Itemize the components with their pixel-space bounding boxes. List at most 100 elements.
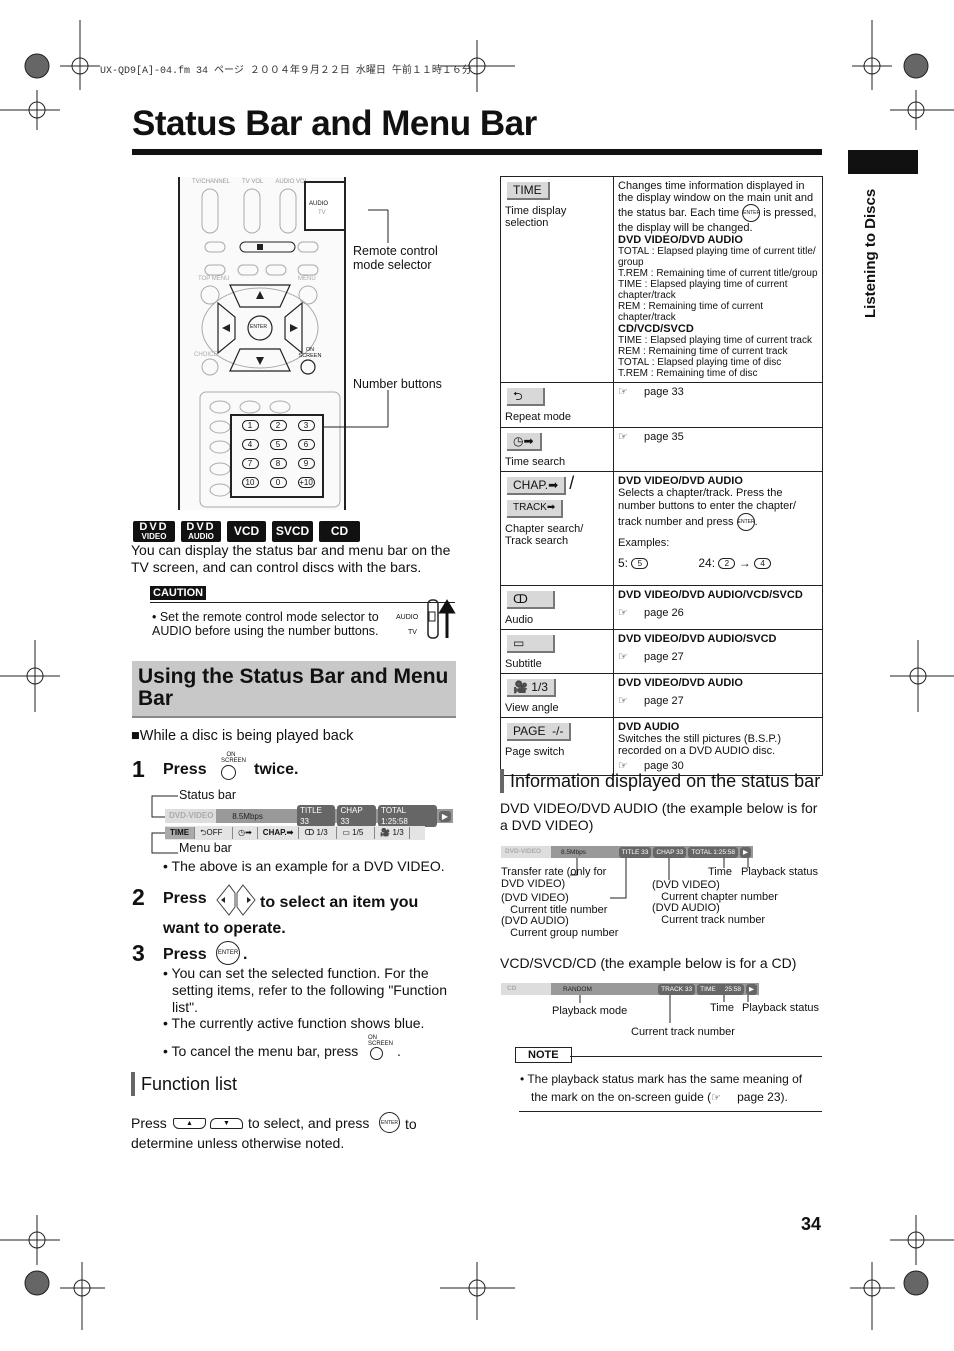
play-status-icon: ▶ [740, 846, 751, 858]
selector-switch-icon [427, 599, 456, 639]
disc-heading: DVD VIDEO/DVD AUDIO [618, 234, 743, 246]
number-button-icon: 2 [718, 558, 736, 570]
number-button: 3 [297, 420, 315, 431]
side-tab-marker [848, 150, 918, 174]
chapter-chip: CHAP 33 [337, 805, 377, 827]
top-menu-label: TOP MENU [198, 276, 230, 282]
side-tab-label: Listening to Discs [862, 188, 879, 318]
caution-audio-label: AUDIO [396, 614, 419, 621]
table-row: ◷➡ Time search ☞ page 35 [500, 427, 823, 472]
example-label: 24: [698, 556, 716, 570]
disc-heading: CD/VCD/SVCD [618, 323, 694, 335]
pointing-hand-icon: ☞ [711, 1092, 721, 1104]
function-name: View angle [505, 702, 559, 714]
title-chip: TITLE 33 [618, 846, 652, 858]
disc-type: DVD-VIDEO [501, 846, 551, 858]
menu-time-search: ◷➡ [233, 827, 258, 839]
remote-selector-label: Remote control mode selector [353, 244, 438, 272]
list-item: TOTAL : Elapsed playing time of current … [618, 246, 816, 268]
pointing-hand-icon: ☞ [618, 386, 628, 398]
table-row: 🎥 1/3 View angle DVD VIDEO/DVD AUDIO ☞ page … [500, 673, 823, 718]
list-item: TIME : Elapsed playing time of current t… [618, 335, 812, 346]
list-item: REM : Remaining time of current chapter/… [618, 301, 764, 323]
function-name: Time search [505, 456, 566, 468]
list-item: TOTAL : Elapsed playing time of disc [618, 357, 782, 368]
disc-type: DVD-VIDEO [165, 809, 217, 823]
disc-heading: DVD VIDEO/DVD AUDIO/VCD/SVCD [618, 589, 803, 601]
time-label: Time [710, 1002, 735, 1014]
step-text: Press [163, 946, 207, 963]
menu-repeat: ⮌OFF [195, 827, 234, 839]
list-item: TIME : Elapsed playing time of current c… [618, 279, 788, 301]
page-ref: page 27 [644, 695, 684, 707]
function-name: Page switch [505, 746, 565, 758]
callout-lines [322, 209, 389, 428]
caution-label: CAUTION [150, 586, 207, 600]
table-row: PAGE -/- Page switch DVD AUDIO Switches the… [500, 717, 823, 776]
number-button: 7 [241, 458, 259, 469]
number-button-icon: 5 [631, 558, 649, 570]
table-row: ↀ Audio DVD VIDEO/DVD AUDIO/VCD/SVCD ☞ page … [500, 585, 823, 630]
on-screen-button-icon: ON SCREEN [216, 752, 246, 780]
track-search-button-icon: TRACK➡ [507, 500, 564, 518]
function-name: Chapter search/ Track search [505, 523, 584, 547]
table-row: CHAP.➡ / TRACK➡ Chapter search/ Track sear… [500, 471, 823, 586]
menu-label: MENU [298, 276, 316, 282]
status-bar-example: DVD-VIDEO 8.5Mbps TITLE 33 CHAP 33 TOTAL 1… [165, 805, 453, 827]
file-header: UX-QD9[A]-04.fm 34 ページ ２００４年９月２２日 水曜日 午前… [100, 66, 472, 77]
section-heading: Using the Status Bar and Menu Bar [132, 661, 456, 718]
step-number: 3 [132, 940, 145, 966]
playback-status-label: Playback status [742, 1002, 820, 1014]
audio-button-icon: ↀ [507, 591, 555, 609]
disc-badge-cd: CD [319, 521, 360, 542]
playback-status-label: Playback status [741, 866, 819, 878]
step-text: . [243, 946, 248, 963]
page-button-icon: PAGE -/- [507, 723, 572, 741]
menu-chapter: CHAP.➡ [258, 827, 300, 839]
play-status-icon: ▶ [746, 983, 757, 995]
cancel-text: • To cancel the menu bar, press [163, 1043, 359, 1059]
angle-button-icon: 🎥 1/3 [507, 679, 556, 697]
examples-label: Examples: [618, 537, 670, 549]
while-playing-label: ■While a disc is being played back [131, 728, 354, 744]
caution-text: • Set the remote control mode selector t… [152, 610, 379, 638]
menu-subtitle: ▭ 1/5 [337, 827, 376, 839]
transfer-rate: 8.5Mbps [561, 848, 586, 856]
disc-type: CD [501, 983, 551, 995]
table-row: ⮌ Repeat mode ☞ page 33 [500, 382, 823, 428]
step3-bullet: • You can set the selected function. For… [163, 965, 447, 1015]
choice-label: CHOICE [194, 352, 218, 358]
menu-time: TIME [165, 827, 196, 839]
time-chip: TOTAL 1:25:58 [378, 805, 437, 827]
menu-bar-example: TIME ⮌OFF ◷➡ CHAP.➡ ↀ 1/3 ▭ 1/5 🎥 1/3 [165, 826, 425, 840]
cd-subheading: VCD/SVCD/CD (the example below is for a … [500, 955, 797, 971]
note-bottom-rule [519, 1111, 822, 1112]
page-ref: page 35 [644, 431, 684, 443]
function-name: Time display selection [505, 205, 567, 229]
caution-rule [150, 602, 455, 603]
title-chip: TITLE 33 [297, 805, 336, 827]
cd-status-bar-example: CD RANDOM TRACK 33 TIME 25:58 ▶ [501, 983, 759, 995]
caution-tv-label: TV [408, 629, 417, 636]
note-rule [570, 1056, 822, 1057]
disc-heading: DVD VIDEO/DVD AUDIO [618, 677, 743, 689]
step-number: 1 [132, 756, 145, 782]
time-chip: TOTAL 1:25:58 [688, 846, 738, 858]
playback-mode-label: Playback mode [552, 1005, 628, 1017]
number-button: 9 [297, 458, 315, 469]
subtitle-button-icon: ▭ [507, 635, 555, 653]
on-screen-label: ON SCREEN [298, 347, 322, 359]
time-search-button-icon: ◷➡ [507, 433, 542, 451]
list-item: T.REM : Remaining time of current title/… [618, 268, 818, 279]
number-button: 6 [297, 439, 315, 450]
arrow-icon: → [738, 556, 751, 570]
on-screen-button-icon: ON SCREEN [368, 1035, 398, 1060]
step-text: to select an item you want to operate. [163, 894, 419, 937]
menu-bar-label: Menu bar [179, 841, 232, 855]
track-chip: TRACK 33 [658, 983, 696, 995]
number-button: 2 [269, 420, 287, 431]
pointing-hand-icon: ☞ [618, 431, 628, 443]
function-list-heading: Function list [131, 1072, 237, 1096]
number-button: 10 [241, 477, 259, 488]
chapter-chip: CHAP 33 [653, 846, 687, 858]
